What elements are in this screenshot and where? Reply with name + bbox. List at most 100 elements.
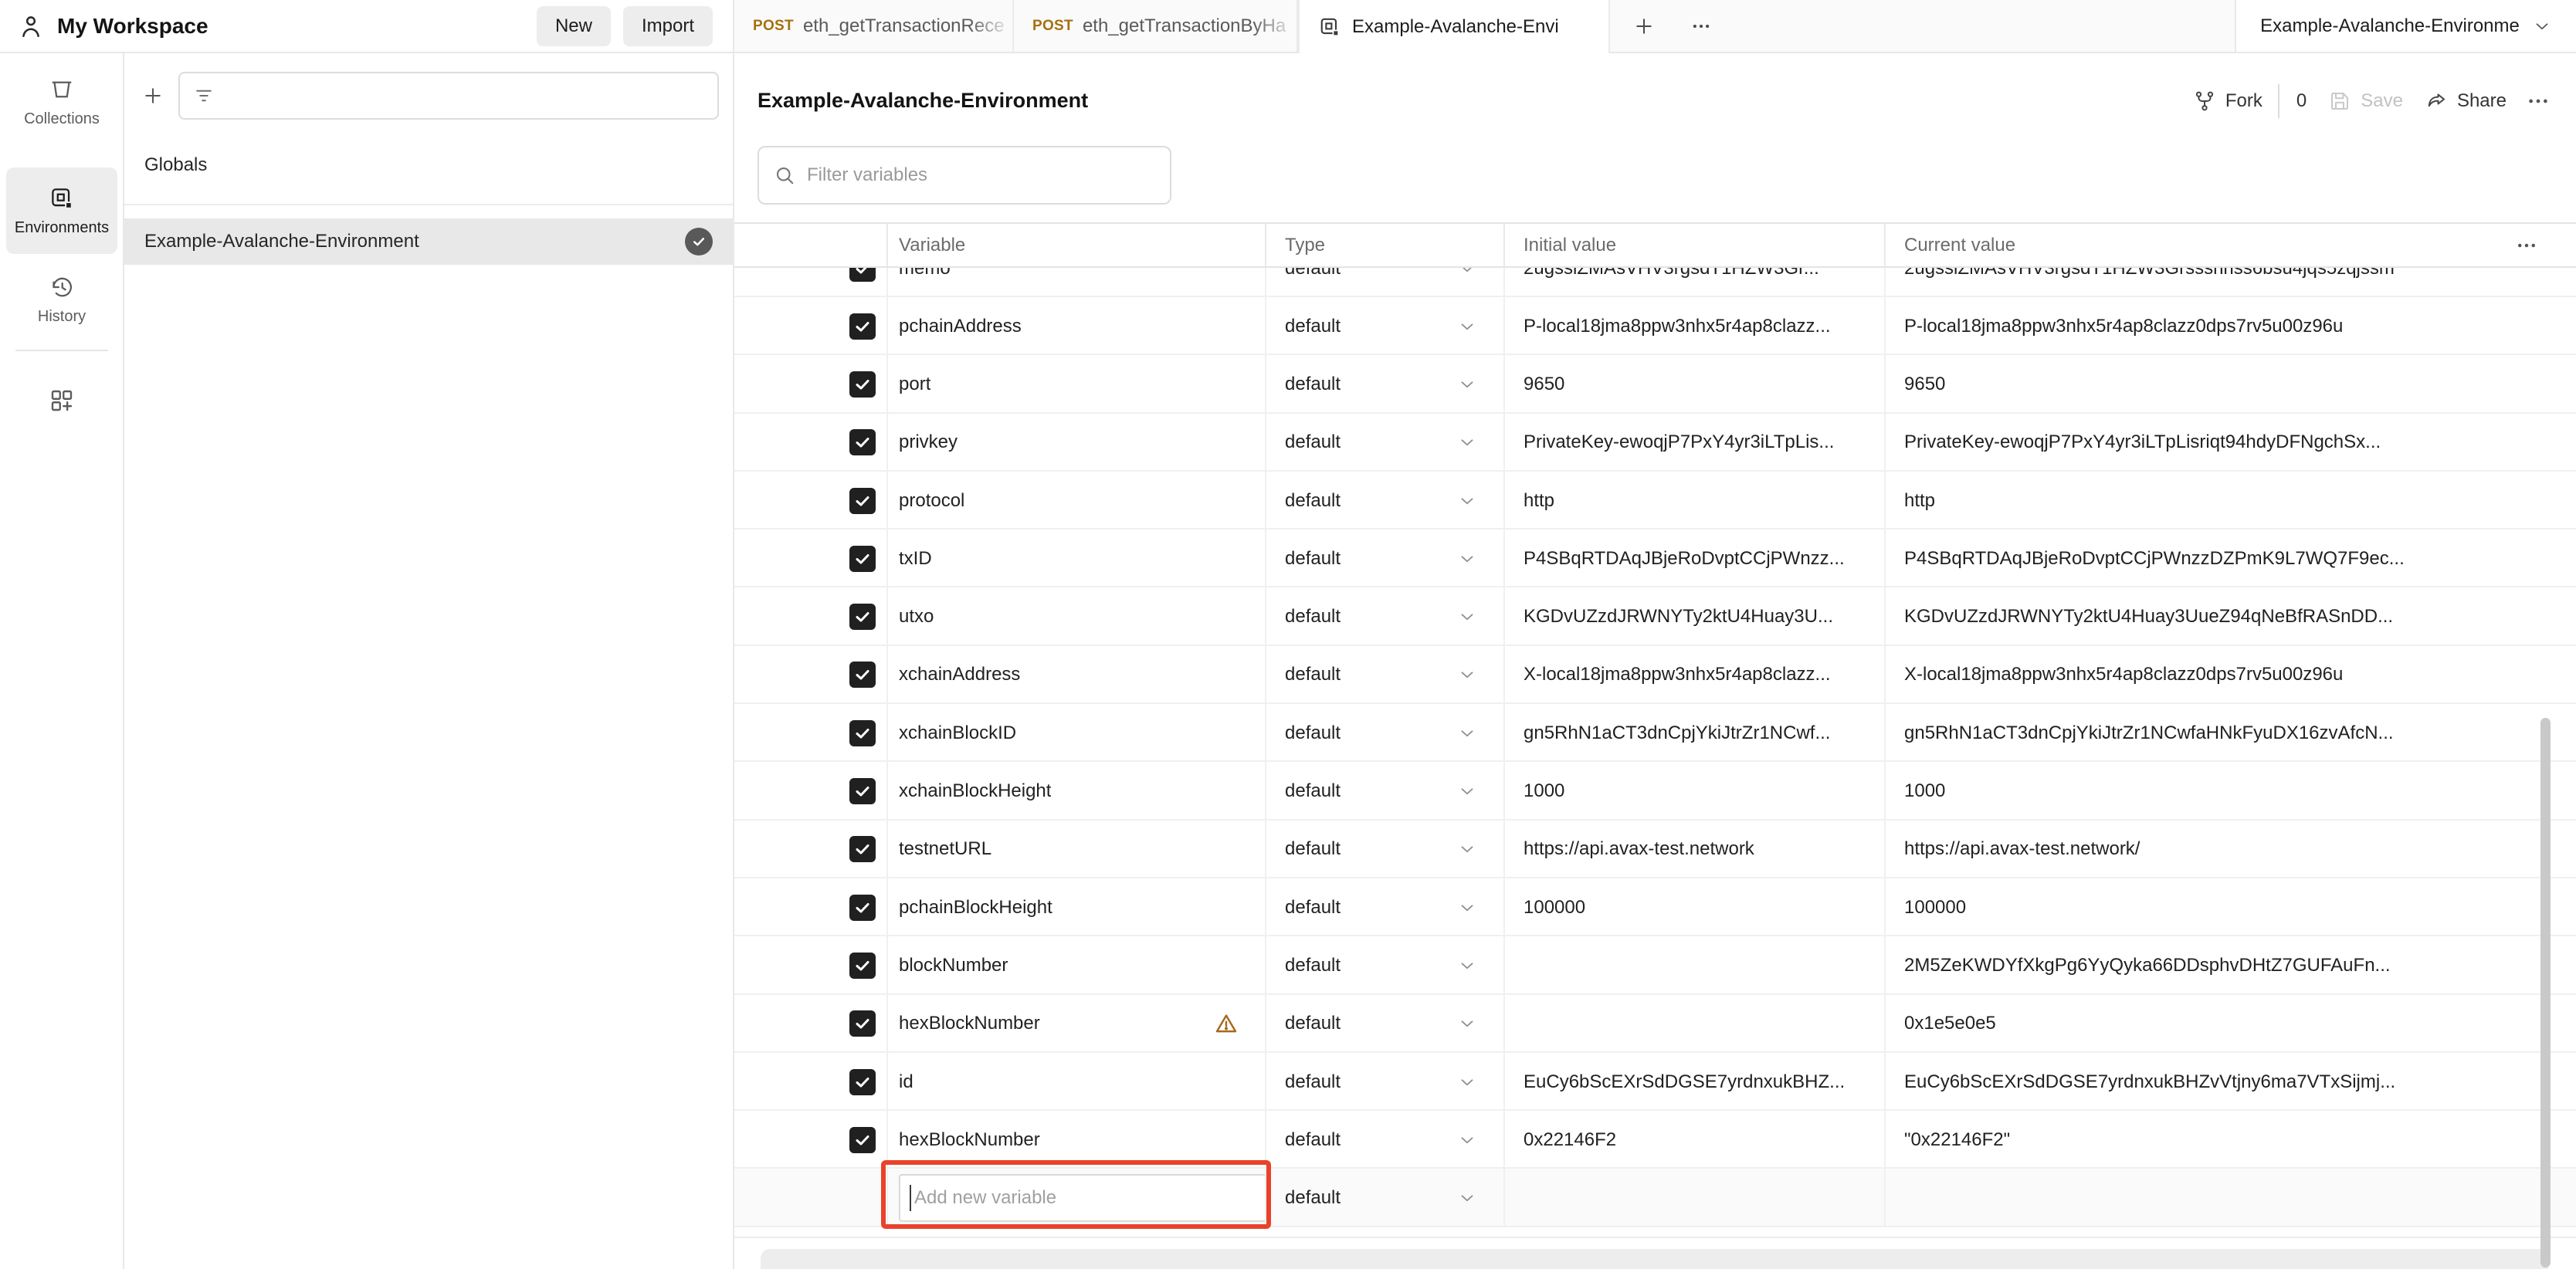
variable-name-cell[interactable]: hexBlockNumber	[886, 1111, 1265, 1169]
row-checkbox[interactable]	[849, 429, 876, 455]
initial-value-cell[interactable]: 100000	[1503, 878, 1884, 936]
type-select[interactable]: default	[1265, 414, 1503, 472]
add-row-type-select[interactable]: default	[1265, 1169, 1503, 1227]
row-checkbox[interactable]	[849, 895, 876, 921]
initial-value-cell[interactable]: EuCy6bScEXrSdDGSE7yrdnxukBHZ...	[1503, 1053, 1884, 1111]
initial-value-cell[interactable]	[1503, 936, 1884, 994]
current-value-cell[interactable]: 2M5ZeKWDYfXkgPg6YyQyka66DDsphvDHtZ7GUFAu…	[1884, 936, 2576, 994]
row-checkbox[interactable]	[849, 313, 876, 340]
variable-name-cell[interactable]: txID	[886, 530, 1265, 587]
sidebar-item-environments[interactable]: Environments	[6, 168, 117, 254]
type-select[interactable]: default	[1265, 878, 1503, 936]
initial-value-cell[interactable]: http	[1503, 472, 1884, 530]
initial-value-cell[interactable]: 9650	[1503, 355, 1884, 413]
type-select[interactable]: default	[1265, 821, 1503, 878]
tab-request-2[interactable]: POST eth_getTransactionByHa	[1014, 0, 1298, 52]
current-value-cell[interactable]: KGDvUZzdJRWNYTy2ktU4Huay3UueZ94qNeBfRASn…	[1884, 587, 2576, 645]
row-checkbox[interactable]	[849, 720, 876, 746]
variable-name-cell[interactable]: xchainBlockID	[886, 704, 1265, 762]
add-new-variable-input[interactable]	[899, 1174, 1265, 1222]
row-checkbox[interactable]	[849, 1069, 876, 1095]
variable-name-cell[interactable]: xchainBlockHeight	[886, 762, 1265, 820]
initial-value-cell[interactable]: 1000	[1503, 762, 1884, 820]
current-value-cell[interactable]: X-local18jma8ppw3nhx5r4ap8clazz0dps7rv5u…	[1884, 646, 2576, 704]
variable-name-cell[interactable]: privkey	[886, 414, 1265, 472]
type-select[interactable]: default	[1265, 704, 1503, 762]
tab-request-1[interactable]: POST eth_getTransactionRece	[734, 0, 1014, 52]
row-checkbox[interactable]	[849, 604, 876, 630]
type-select[interactable]: default	[1265, 762, 1503, 820]
row-checkbox[interactable]	[849, 953, 876, 979]
new-tab-button[interactable]	[1627, 9, 1661, 43]
vertical-scrollbar[interactable]	[2540, 718, 2551, 1267]
initial-value-cell[interactable]: X-local18jma8ppw3nhx5r4ap8clazz...	[1503, 646, 1884, 704]
add-row-initial-cell[interactable]	[1503, 1169, 1884, 1227]
sidebar-search-box[interactable]	[178, 72, 719, 120]
save-button[interactable]: Save	[2328, 90, 2403, 113]
tab-environment-active[interactable]: Example-Avalanche-Envi	[1298, 0, 1610, 53]
list-item-environment[interactable]: Example-Avalanche-Environment	[124, 218, 733, 265]
current-value-cell[interactable]: gn5RhN1aCT3dnCpjYkiJtrZr1NCwfaHNkFyuDX16…	[1884, 704, 2576, 762]
fork-button[interactable]: Fork	[2193, 90, 2262, 113]
current-value-cell[interactable]: 0x1e5e0e5	[1884, 995, 2576, 1053]
tab-options-icon[interactable]	[1684, 9, 1718, 43]
workspace-title[interactable]: My Workspace	[57, 14, 208, 39]
variable-name-cell[interactable]: utxo	[886, 587, 1265, 645]
row-checkbox[interactable]	[849, 488, 876, 514]
row-checkbox[interactable]	[849, 1127, 876, 1153]
initial-value-cell[interactable]: P-local18jma8ppw3nhx5r4ap8clazz...	[1503, 297, 1884, 355]
initial-value-cell[interactable]: gn5RhN1aCT3dnCpjYkiJtrZr1NCwf...	[1503, 704, 1884, 762]
variable-name-cell[interactable]: memo	[886, 268, 1265, 297]
initial-value-cell[interactable]	[1503, 995, 1884, 1053]
fork-count[interactable]: 0	[2296, 90, 2307, 112]
active-environment-check-icon[interactable]	[685, 228, 713, 255]
import-button[interactable]: Import	[623, 6, 713, 46]
type-select[interactable]: default	[1265, 268, 1503, 297]
current-value-cell[interactable]: http	[1884, 472, 2576, 530]
row-checkbox[interactable]	[849, 836, 876, 862]
type-select[interactable]: default	[1265, 297, 1503, 355]
variable-name-cell[interactable]: pchainBlockHeight	[886, 878, 1265, 936]
variable-name-cell[interactable]: blockNumber	[886, 936, 1265, 994]
current-value-cell[interactable]: P-local18jma8ppw3nhx5r4ap8clazz0dps7rv5u…	[1884, 297, 2576, 355]
variable-name-cell[interactable]: testnetURL	[886, 821, 1265, 878]
current-value-cell[interactable]: EuCy6bScEXrSdDGSE7yrdnxukBHZvVtjny6ma7VT…	[1884, 1053, 2576, 1111]
row-checkbox[interactable]	[849, 1010, 876, 1037]
current-value-cell[interactable]: PrivateKey-ewoqjP7PxY4yr3iLTpLisriqt94hd…	[1884, 414, 2576, 472]
row-checkbox[interactable]	[849, 662, 876, 688]
sidebar-item-collections[interactable]: Collections	[6, 67, 117, 137]
variable-name-cell[interactable]: id	[886, 1053, 1265, 1111]
add-environment-button[interactable]	[135, 78, 171, 113]
type-select[interactable]: default	[1265, 1111, 1503, 1169]
add-row-current-cell[interactable]	[1884, 1169, 2576, 1227]
initial-value-cell[interactable]: 2ugssiZMAsVHV3rgsdT1HZW3Gr...	[1503, 268, 1884, 297]
new-button[interactable]: New	[537, 6, 611, 46]
type-select[interactable]: default	[1265, 995, 1503, 1053]
configure-sidebar-icon[interactable]	[48, 387, 76, 415]
variable-name-cell[interactable]: port	[886, 355, 1265, 413]
row-checkbox[interactable]	[849, 371, 876, 398]
row-checkbox[interactable]	[849, 546, 876, 572]
current-value-cell[interactable]: P4SBqRTDAqJBjeRoDvptCCjPWnzzDZPmK9L7WQ7F…	[1884, 530, 2576, 587]
sidebar-item-history[interactable]: History	[6, 265, 117, 335]
current-value-cell[interactable]: "0x22146F2"	[1884, 1111, 2576, 1169]
current-value-cell[interactable]: https://api.avax-test.network/	[1884, 821, 2576, 878]
type-select[interactable]: default	[1265, 646, 1503, 704]
initial-value-cell[interactable]: https://api.avax-test.network	[1503, 821, 1884, 878]
share-button[interactable]: Share	[2425, 90, 2507, 113]
environment-selector[interactable]: Example-Avalanche-Environme	[2235, 0, 2576, 52]
type-select[interactable]: default	[1265, 472, 1503, 530]
variable-name-cell[interactable]: hexBlockNumber	[886, 995, 1265, 1053]
type-select[interactable]: default	[1265, 936, 1503, 994]
initial-value-cell[interactable]: P4SBqRTDAqJBjeRoDvptCCjPWnzz...	[1503, 530, 1884, 587]
initial-value-cell[interactable]: KGDvUZzdJRWNYTy2ktU4Huay3U...	[1503, 587, 1884, 645]
more-options-icon[interactable]	[2527, 90, 2550, 113]
column-options-icon[interactable]	[2516, 224, 2537, 266]
row-checkbox[interactable]	[849, 778, 876, 804]
type-select[interactable]: default	[1265, 355, 1503, 413]
current-value-cell[interactable]: 2ugssiZMAsVHV3rgsdT1HZW3Grsssnnss6bsu4jq…	[1884, 268, 2576, 297]
type-select[interactable]: default	[1265, 530, 1503, 587]
current-value-cell[interactable]: 1000	[1884, 762, 2576, 820]
row-checkbox[interactable]	[849, 268, 876, 282]
variable-name-cell[interactable]: protocol	[886, 472, 1265, 530]
